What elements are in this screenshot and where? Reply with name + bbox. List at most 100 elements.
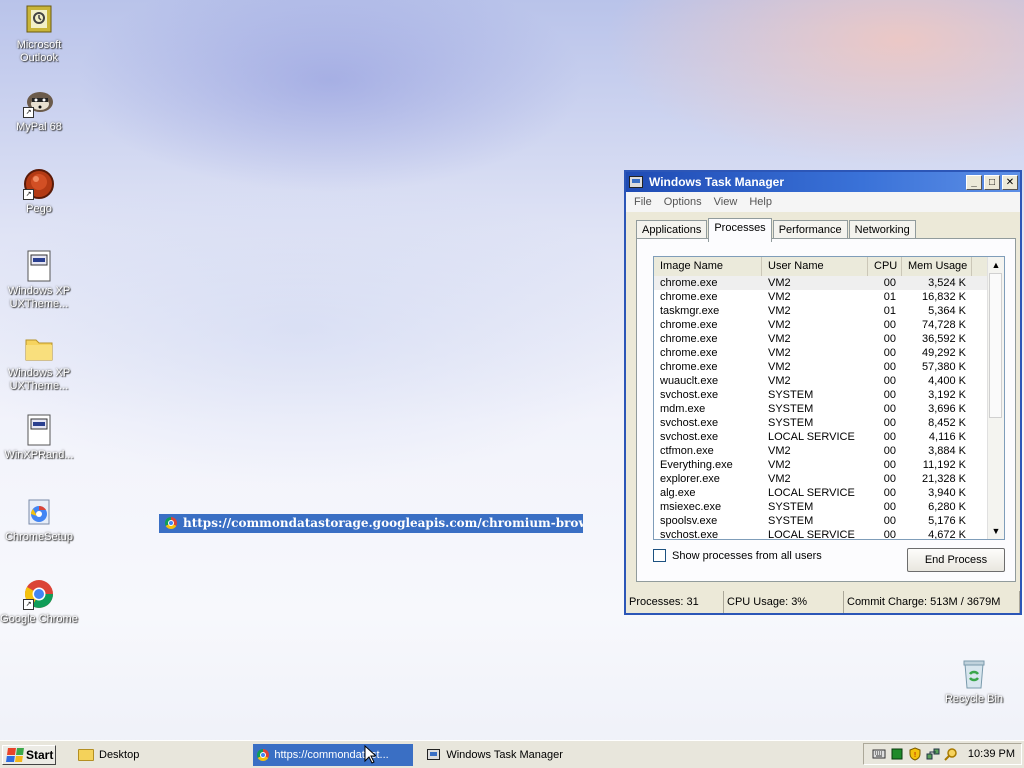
process-row[interactable]: ctfmon.exe VM2 00 3,884 K	[654, 444, 988, 458]
process-image-name: spoolsv.exe	[660, 515, 718, 527]
title-bar[interactable]: Windows Task Manager _ □ ✕	[626, 172, 1020, 192]
process-image-name: chrome.exe	[660, 319, 718, 331]
process-mem-usage: 3,884 K	[928, 445, 966, 457]
setup-icon	[23, 496, 55, 528]
menu-help[interactable]: Help	[749, 196, 772, 208]
desktop-icon-mypal[interactable]: ↗ MyPal 68	[0, 86, 79, 134]
process-mem-usage: 5,176 K	[928, 515, 966, 527]
network-icon[interactable]	[926, 747, 940, 761]
menu-file[interactable]: File	[634, 196, 652, 208]
desktop-icon-uxtheme-file[interactable]: Windows XP UXTheme...	[0, 250, 79, 311]
process-mem-usage: 4,672 K	[928, 529, 966, 540]
end-process-button[interactable]: End Process	[907, 548, 1005, 572]
process-row[interactable]: taskmgr.exe VM2 01 5,364 K	[654, 304, 988, 318]
process-row[interactable]: alg.exe LOCAL SERVICE 00 3,940 K	[654, 486, 988, 500]
process-cpu: 00	[883, 515, 896, 527]
process-user-name: SYSTEM	[768, 501, 814, 513]
process-user-name: LOCAL SERVICE	[768, 487, 855, 499]
process-mem-usage: 4,400 K	[928, 375, 966, 387]
process-list[interactable]: Image Name User Name CPU Mem Usage chrom…	[653, 256, 1005, 540]
process-row[interactable]: msiexec.exe SYSTEM 00 6,280 K	[654, 500, 988, 514]
process-user-name: LOCAL SERVICE	[768, 529, 855, 540]
show-all-users-option[interactable]: Show processes from all users	[653, 549, 822, 562]
taskbar-item-desktop[interactable]: Desktop	[74, 744, 143, 766]
process-row[interactable]: mdm.exe SYSTEM 00 3,696 K	[654, 402, 988, 416]
desktop-icon-pego[interactable]: ↗ Pego	[0, 168, 79, 216]
process-row[interactable]: spoolsv.exe SYSTEM 00 5,176 K	[654, 514, 988, 528]
chrome-icon	[165, 517, 177, 529]
process-mem-usage: 16,832 K	[921, 291, 966, 303]
scroll-down-arrow-icon[interactable]: ▼	[988, 523, 1004, 539]
column-header-mem-usage[interactable]: Mem Usage	[902, 257, 972, 276]
process-row[interactable]: chrome.exe VM2 00 36,592 K	[654, 332, 988, 346]
process-user-name: SYSTEM	[768, 515, 814, 527]
process-row[interactable]: svchost.exe SYSTEM 00 3,192 K	[654, 388, 988, 402]
column-header-user-name[interactable]: User Name	[762, 257, 868, 276]
maximize-button[interactable]: □	[984, 174, 1000, 190]
process-cpu: 00	[883, 403, 896, 415]
desktop-icon-recycle-bin[interactable]: Recycle Bin	[934, 658, 1014, 706]
scroll-up-arrow-icon[interactable]: ▲	[988, 257, 1004, 273]
process-row[interactable]: chrome.exe VM2 00 3,524 K	[654, 276, 988, 290]
process-mem-usage: 8,452 K	[928, 417, 966, 429]
process-row[interactable]: svchost.exe LOCAL SERVICE 00 4,116 K	[654, 430, 988, 444]
tab-processes[interactable]: Processes	[708, 218, 772, 242]
close-button[interactable]: ✕	[1002, 174, 1018, 190]
start-button[interactable]: Start	[2, 744, 56, 765]
process-cpu: 00	[883, 389, 896, 401]
taskbar-item-chrome[interactable]: https://commondatast...	[253, 743, 414, 766]
desktop-icon-label: Recycle Bin	[944, 693, 1004, 705]
desktop-icon-uxtheme-folder[interactable]: Windows XP UXTheme...	[0, 332, 79, 393]
start-label: Start	[26, 747, 54, 762]
green-status-icon[interactable]	[890, 747, 904, 761]
column-header-cpu[interactable]: CPU	[868, 257, 902, 276]
process-row[interactable]: svchost.exe SYSTEM 00 8,452 K	[654, 416, 988, 430]
process-row[interactable]: chrome.exe VM2 00 74,728 K	[654, 318, 988, 332]
process-image-name: mdm.exe	[660, 403, 706, 415]
desktop-icon-label: ChromeSetup	[5, 531, 73, 543]
process-image-name: svchost.exe	[660, 389, 719, 401]
security-shield-icon[interactable]: !	[908, 747, 922, 761]
process-cpu: 00	[883, 431, 896, 443]
column-header-image-name[interactable]: Image Name	[654, 257, 762, 276]
taskbar-item-task-manager[interactable]: Windows Task Manager	[423, 744, 567, 766]
process-mem-usage: 3,696 K	[928, 403, 966, 415]
desktop-icon-winxprand[interactable]: WinXPRand...	[0, 414, 79, 462]
scrollbar-thumb[interactable]	[989, 273, 1002, 418]
process-row[interactable]: wuauclt.exe VM2 00 4,400 K	[654, 374, 988, 388]
process-row[interactable]: chrome.exe VM2 00 57,380 K	[654, 360, 988, 374]
process-image-name: wuauclt.exe	[660, 375, 719, 387]
process-mem-usage: 21,328 K	[921, 473, 966, 485]
process-cpu: 00	[883, 277, 896, 289]
keyboard-icon[interactable]	[872, 747, 886, 761]
process-cpu: 00	[883, 333, 896, 345]
clock[interactable]: 10:39 PM	[968, 748, 1015, 760]
process-image-name: svchost.exe	[660, 417, 719, 429]
show-all-users-checkbox[interactable]	[653, 549, 666, 562]
process-row[interactable]: explorer.exe VM2 00 21,328 K	[654, 472, 988, 486]
process-cpu: 00	[883, 375, 896, 387]
process-row[interactable]: chrome.exe VM2 00 49,292 K	[654, 346, 988, 360]
desktop-icon-outlook[interactable]: Microsoft Outlook	[0, 4, 79, 65]
process-mem-usage: 3,192 K	[928, 389, 966, 401]
folder-icon	[78, 748, 94, 761]
menu-view[interactable]: View	[714, 196, 738, 208]
vertical-scrollbar[interactable]: ▲ ▼	[987, 257, 1004, 539]
dragged-url-link[interactable]: https://commondatastorage.googleapis.com…	[159, 514, 583, 533]
search-icon[interactable]	[944, 747, 958, 761]
mypal-icon: ↗	[23, 86, 55, 118]
desktop-icon-chromesetup[interactable]: ChromeSetup	[0, 496, 79, 544]
mouse-cursor-icon	[364, 745, 376, 764]
minimize-button[interactable]: _	[966, 174, 982, 190]
process-user-name: LOCAL SERVICE	[768, 431, 855, 443]
menu-options[interactable]: Options	[664, 196, 702, 208]
desktop-icon-google-chrome[interactable]: ↗ Google Chrome	[0, 578, 79, 626]
process-row[interactable]: Everything.exe VM2 00 11,192 K	[654, 458, 988, 472]
status-bar: Processes: 31 CPU Usage: 3% Commit Charg…	[626, 591, 1020, 613]
process-mem-usage: 5,364 K	[928, 305, 966, 317]
window-title: Windows Task Manager	[649, 175, 785, 189]
process-image-name: Everything.exe	[660, 459, 733, 471]
process-row[interactable]: svchost.exe LOCAL SERVICE 00 4,672 K	[654, 528, 988, 540]
process-user-name: VM2	[768, 445, 791, 457]
process-row[interactable]: chrome.exe VM2 01 16,832 K	[654, 290, 988, 304]
